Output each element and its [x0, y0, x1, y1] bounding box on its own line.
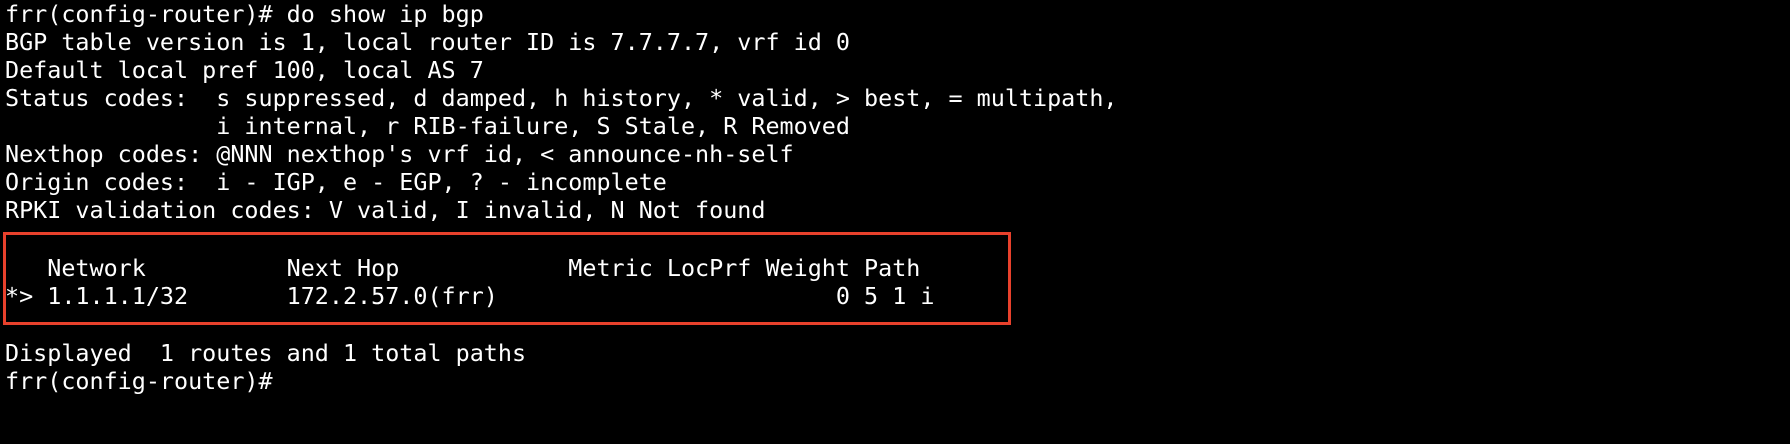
- route-table-row: *> 1.1.1.1/32 172.2.57.0(frr) 0 5 1 i: [5, 282, 935, 310]
- bgp-table-version-line: BGP table version is 1, local router ID …: [5, 28, 850, 56]
- status-codes-continued-line: i internal, r RIB-failure, S Stale, R Re…: [5, 112, 850, 140]
- route-table-header: Network Next Hop Metric LocPrf Weight Pa…: [5, 254, 921, 282]
- shell-prompt[interactable]: frr(config-router)#: [5, 367, 273, 395]
- terminal-window[interactable]: frr(config-router)# do show ip bgp BGP t…: [0, 0, 1790, 444]
- command-line: frr(config-router)# do show ip bgp: [5, 0, 484, 28]
- local-pref-line: Default local pref 100, local AS 7: [5, 56, 484, 84]
- nexthop-codes-line: Nexthop codes: @NNN nexthop's vrf id, < …: [5, 140, 794, 168]
- rpki-codes-line: RPKI validation codes: V valid, I invali…: [5, 196, 766, 224]
- origin-codes-line: Origin codes: i - IGP, e - EGP, ? - inco…: [5, 168, 667, 196]
- summary-line: Displayed 1 routes and 1 total paths: [5, 339, 527, 367]
- status-codes-line: Status codes: s suppressed, d damped, h …: [5, 84, 1118, 112]
